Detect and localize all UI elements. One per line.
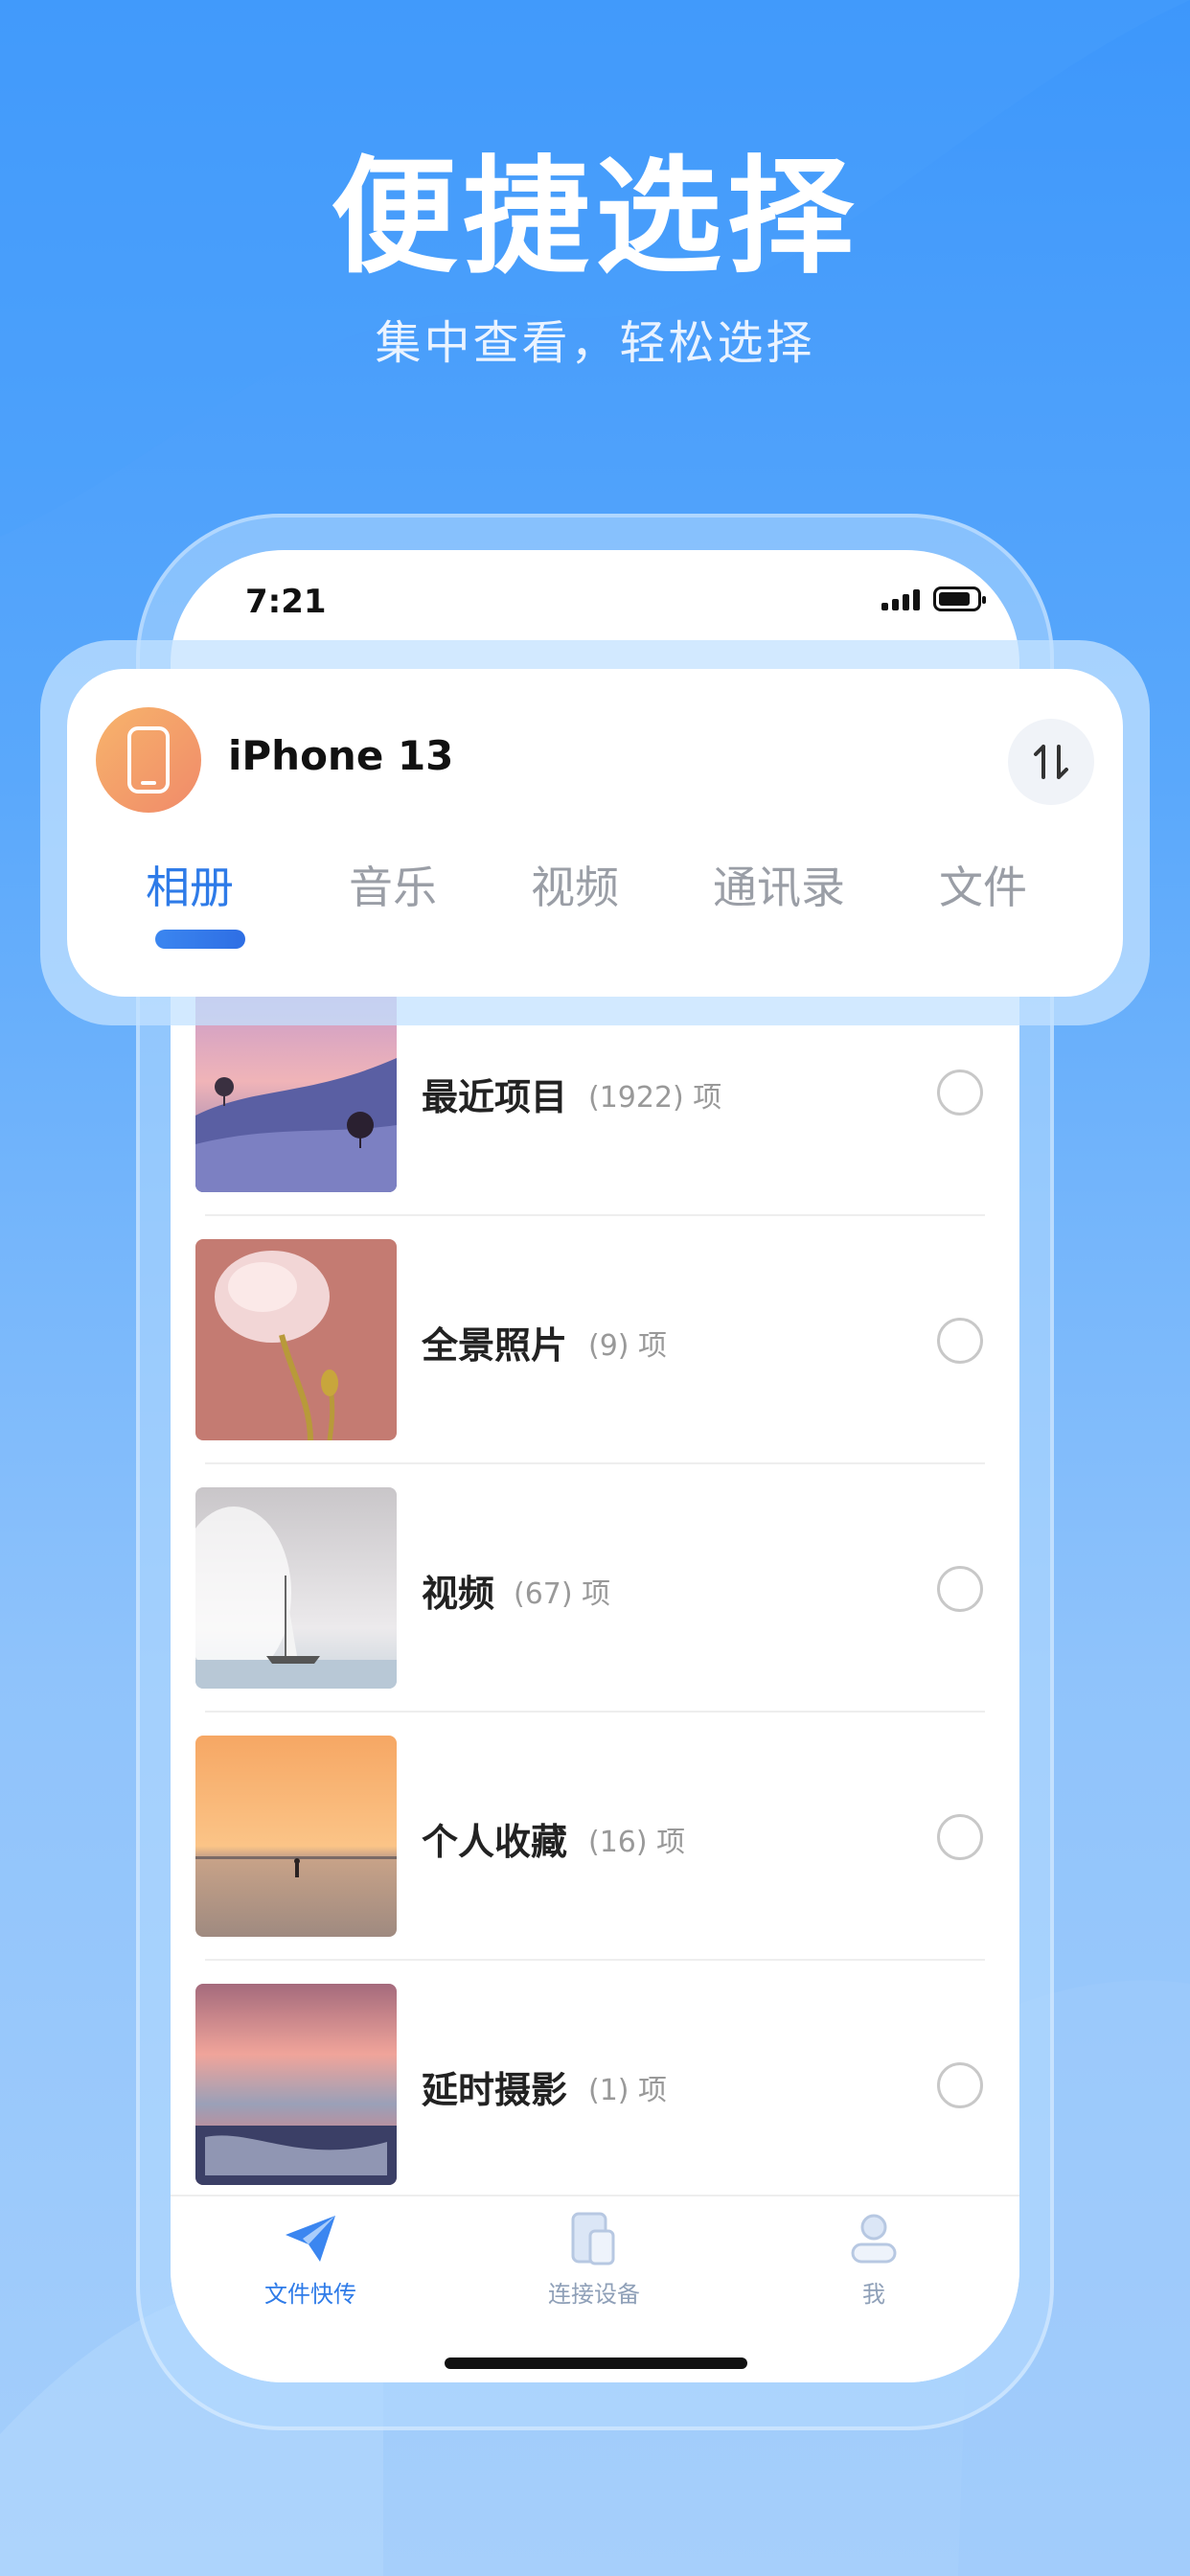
tab-music[interactable]: 音乐: [349, 853, 437, 916]
category-tabs: 相册 音乐 视频 通讯录 文件: [67, 853, 1123, 930]
device-avatar: [96, 707, 201, 813]
album-thumbnail-favorites: [195, 1736, 397, 1937]
album-count: (16) 项: [588, 1826, 686, 1859]
album-count: (67) 项: [514, 1577, 611, 1611]
album-row-panorama[interactable]: 全景照片 (9) 项: [171, 1239, 1019, 1487]
hero-title: 便捷选择: [331, 144, 859, 291]
phone-icon: [127, 726, 170, 794]
nav-item-connect-device[interactable]: 连接设备: [498, 2212, 690, 2309]
album-name: 视频: [422, 1573, 495, 1615]
select-radio[interactable]: [937, 1566, 983, 1612]
bottom-nav: 文件快传 连接设备 我: [171, 2195, 1019, 2382]
home-indicator: [445, 2358, 747, 2369]
nav-item-file-transfer[interactable]: 文件快传: [215, 2212, 406, 2309]
album-count: (1922) 项: [588, 1081, 722, 1115]
album-count: (9) 项: [588, 1329, 668, 1363]
select-radio[interactable]: [937, 1070, 983, 1116]
nav-label: 文件快传: [264, 2281, 356, 2308]
swap-arrows-icon: [1034, 745, 1068, 779]
album-name: 最近项目: [422, 1076, 568, 1118]
album-name: 全景照片: [422, 1324, 568, 1367]
nav-label: 我: [862, 2281, 885, 2308]
select-radio[interactable]: [937, 1318, 983, 1364]
album-row-recent[interactable]: 最近项目 (1922) 项: [171, 991, 1019, 1239]
album-thumbnail-videos: [195, 1487, 397, 1689]
divider: [205, 1711, 985, 1713]
tab-indicator: [155, 930, 245, 949]
nav-item-me[interactable]: 我: [778, 2212, 970, 2309]
devices-icon: [571, 2212, 615, 2266]
album-row-favorites[interactable]: 个人收藏 (16) 项: [171, 1736, 1019, 1984]
tab-videos[interactable]: 视频: [531, 853, 619, 916]
divider: [205, 1214, 985, 1216]
send-icon: [286, 2216, 335, 2262]
signal-icon: [881, 587, 920, 610]
divider: [205, 1462, 985, 1464]
select-radio[interactable]: [937, 1814, 983, 1860]
tab-contacts[interactable]: 通讯录: [713, 853, 845, 916]
album-count: (1) 项: [588, 2074, 668, 2107]
select-radio[interactable]: [937, 2062, 983, 2108]
status-icons: [881, 586, 986, 611]
album-thumbnail-timelapse: [195, 1984, 397, 2185]
hero-subtitle: 集中查看，轻松选择: [375, 316, 815, 370]
album-thumbnail-panorama: [195, 1239, 397, 1440]
swap-button[interactable]: [1008, 719, 1094, 805]
divider: [205, 1959, 985, 1961]
nav-label: 连接设备: [548, 2281, 640, 2308]
profile-icon: [851, 2214, 897, 2264]
album-name: 延时摄影: [422, 2069, 568, 2111]
device-name: iPhone 13: [228, 732, 454, 779]
tab-files[interactable]: 文件: [939, 853, 1027, 916]
album-list: 最近项目 (1922) 项 全景照片 (9) 项 视频 (67) 项 个人收藏 …: [171, 991, 1019, 2232]
battery-icon: [933, 586, 986, 611]
tab-photos[interactable]: 相册: [146, 853, 234, 916]
album-name: 个人收藏: [422, 1821, 568, 1863]
album-row-videos[interactable]: 视频 (67) 项: [171, 1487, 1019, 1736]
status-time: 7:21: [245, 583, 327, 621]
device-card: iPhone 13 相册 音乐 视频 通讯录 文件: [67, 669, 1123, 997]
